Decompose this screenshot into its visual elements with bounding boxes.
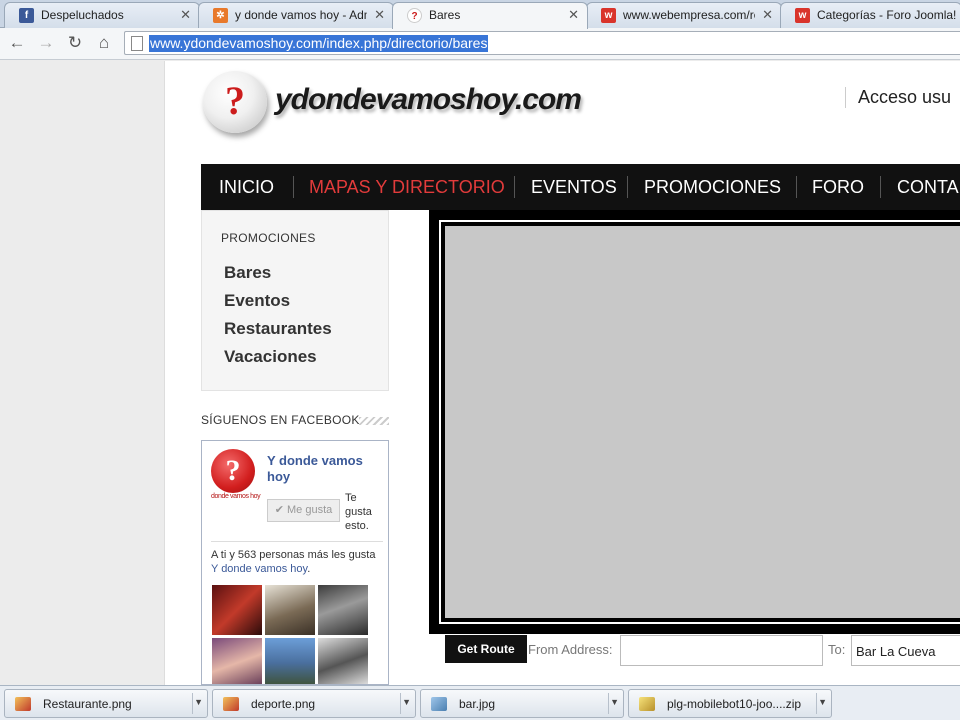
site-logo[interactable]: ? ydondevamoshoy.com	[203, 69, 582, 133]
like-button[interactable]: ✔ Me gusta	[267, 499, 340, 522]
logo-text: ydondevamoshoy.com	[275, 83, 582, 116]
tab-title: www.webempresa.com/re	[623, 8, 755, 22]
fan-avatar[interactable]	[212, 585, 262, 635]
tab-title: Despeluchados	[41, 8, 124, 22]
page-icon	[131, 36, 143, 51]
decorative-stripes	[359, 417, 389, 425]
nav-mapas-directorio[interactable]: MAPAS Y DIRECTORIO	[309, 164, 505, 210]
map-border	[439, 220, 960, 624]
to-address-input[interactable]: Bar La Cueva	[851, 635, 960, 666]
nav-promociones[interactable]: PROMOCIONES	[644, 164, 781, 210]
side-menu: PROMOCIONES Bares Eventos Restaurantes V…	[201, 210, 389, 391]
nav-eventos[interactable]: EVENTOS	[531, 164, 617, 210]
divider	[400, 693, 401, 714]
nav-foro[interactable]: FORO	[812, 164, 864, 210]
facebook-heading: SÍGUENOS EN FACEBOOK	[201, 413, 360, 427]
avatar-caption: donde vamos hoy	[211, 493, 261, 500]
close-icon[interactable]: ✕	[762, 7, 773, 23]
tab-admin[interactable]: ✲ y donde vamos hoy - Adm ✕	[198, 2, 394, 28]
chevron-down-icon[interactable]: ▼	[194, 697, 203, 707]
tab-title: Bares	[429, 8, 461, 22]
back-icon[interactable]: ←	[6, 32, 28, 54]
home-icon[interactable]: ⌂	[93, 32, 115, 54]
nav-contacto[interactable]: CONTA	[897, 164, 959, 210]
joomla-icon: ✲	[213, 8, 228, 23]
side-menu-heading: PROMOCIONES	[221, 231, 316, 245]
side-menu-vacaciones[interactable]: Vacaciones	[224, 347, 317, 367]
image-file-icon	[223, 697, 239, 711]
download-bar: Restaurante.png ▼ deporte.png ▼ bar.jpg …	[0, 685, 960, 720]
login-link[interactable]: Acceso usu	[845, 87, 951, 108]
nav-divider	[514, 176, 515, 198]
chevron-down-icon[interactable]: ▼	[610, 697, 619, 707]
address-url[interactable]: www.ydondevamoshoy.com/index.php/directo…	[149, 35, 489, 52]
chevron-down-icon[interactable]: ▼	[818, 697, 827, 707]
site-container: ? ydondevamoshoy.com Acceso usu INICIO M…	[164, 61, 960, 685]
tab-strip: f Despeluchados ✕ ✲ y donde vamos hoy - …	[0, 0, 960, 29]
side-menu-restaurantes[interactable]: Restaurantes	[224, 319, 332, 339]
browser-toolbar: ← → ↻ ⌂ www.ydondevamoshoy.com/index.php…	[0, 28, 960, 60]
webempresa-icon: w	[601, 8, 616, 23]
fan-avatar[interactable]	[265, 585, 315, 635]
close-icon[interactable]: ✕	[568, 7, 579, 23]
nav-divider	[293, 176, 294, 198]
image-file-icon	[431, 697, 447, 711]
facebook-page-name[interactable]: Y donde vamos hoy	[267, 453, 382, 485]
from-address-input[interactable]	[620, 635, 823, 666]
page-viewport: ? ydondevamoshoy.com Acceso usu INICIO M…	[0, 61, 960, 685]
tab-foro-joomla[interactable]: w Categorías - Foro Joomla!	[780, 2, 960, 28]
download-item[interactable]: plg-mobilebot10-joo....zip ▼	[628, 689, 832, 718]
tab-bares[interactable]: ? Bares ✕	[392, 2, 588, 29]
social-context: A ti y 563 personas más les gusta Y dond…	[211, 549, 376, 575]
address-bar[interactable]: www.ydondevamoshoy.com/index.php/directo…	[124, 31, 960, 55]
download-filename: plg-mobilebot10-joo....zip	[667, 697, 802, 711]
reload-icon[interactable]: ↻	[64, 32, 86, 54]
divider	[211, 541, 383, 542]
nav-divider	[627, 176, 628, 198]
download-filename: deporte.png	[251, 697, 316, 711]
tab-webempresa[interactable]: w www.webempresa.com/re ✕	[586, 2, 782, 28]
nav-inicio[interactable]: INICIO	[219, 164, 274, 210]
fan-avatar[interactable]	[318, 638, 368, 684]
page-avatar[interactable]: ? donde vamos hoy	[211, 449, 261, 501]
chevron-down-icon[interactable]: ▼	[402, 697, 411, 707]
tab-despeluchados[interactable]: f Despeluchados ✕	[4, 2, 200, 28]
like-status: Te gusta esto.	[345, 492, 372, 532]
question-icon: ?	[407, 8, 422, 23]
image-file-icon	[15, 697, 31, 711]
side-menu-eventos[interactable]: Eventos	[224, 291, 290, 311]
tab-title: Categorías - Foro Joomla!	[817, 8, 957, 22]
download-item[interactable]: Restaurante.png ▼	[4, 689, 208, 718]
page-link[interactable]: Y donde vamos hoy	[211, 563, 307, 575]
question-mark-icon: ?	[211, 449, 255, 493]
download-filename: bar.jpg	[459, 697, 496, 711]
zip-file-icon	[639, 697, 655, 711]
download-item[interactable]: deporte.png ▼	[212, 689, 416, 718]
main-nav: INICIO MAPAS Y DIRECTORIO EVENTOS PROMOC…	[201, 164, 960, 210]
question-mark-logo-icon: ?	[203, 71, 267, 133]
facebook-like-box: ? donde vamos hoy Y donde vamos hoy ✔ Me…	[201, 440, 389, 685]
close-icon[interactable]: ✕	[180, 7, 191, 23]
fan-avatar[interactable]	[265, 638, 315, 684]
to-label: To:	[828, 642, 846, 657]
from-address-label: From Address:	[528, 642, 613, 657]
get-route-button[interactable]: Get Route	[445, 635, 527, 663]
nav-divider	[796, 176, 797, 198]
divider	[608, 693, 609, 714]
webempresa-icon: w	[795, 8, 810, 23]
fan-avatar[interactable]	[318, 585, 368, 635]
map-frame	[429, 210, 960, 634]
download-filename: Restaurante.png	[43, 697, 132, 711]
forward-icon[interactable]: →	[35, 32, 57, 54]
divider	[816, 693, 817, 714]
divider	[192, 693, 193, 714]
map-canvas[interactable]	[445, 226, 960, 618]
tab-title: y donde vamos hoy - Adm	[235, 8, 367, 22]
nav-divider	[880, 176, 881, 198]
fan-avatar[interactable]	[212, 638, 262, 684]
download-item[interactable]: bar.jpg ▼	[420, 689, 624, 718]
facebook-icon: f	[19, 8, 34, 23]
side-menu-bares[interactable]: Bares	[224, 263, 271, 283]
close-icon[interactable]: ✕	[374, 7, 385, 23]
